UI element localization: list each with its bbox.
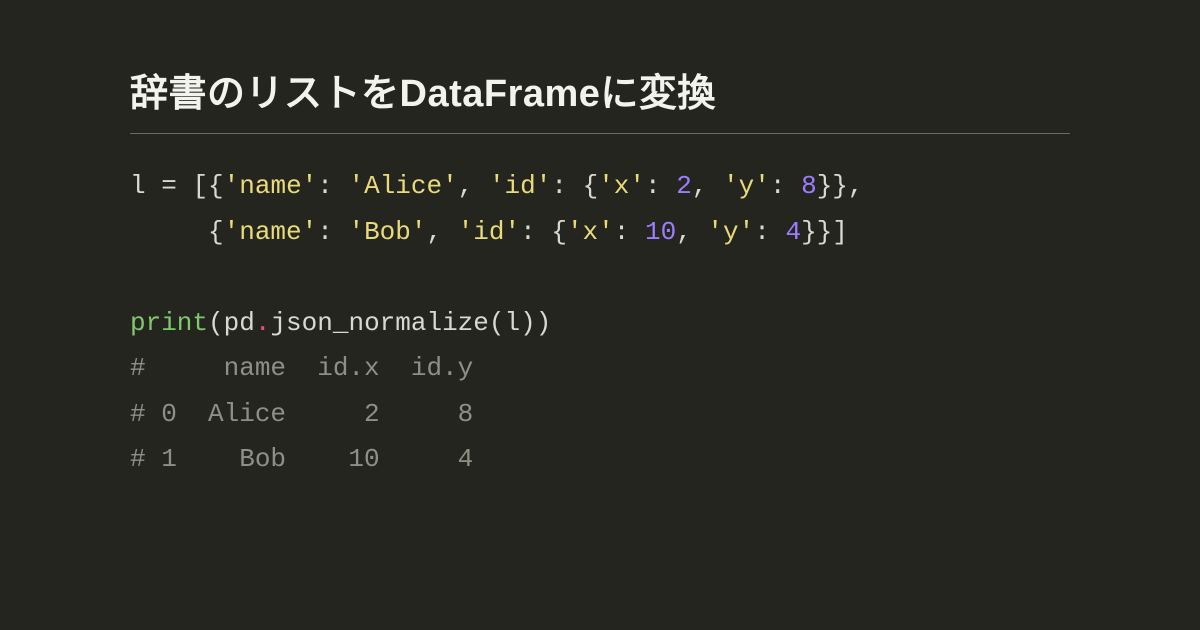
divider [130, 133, 1070, 134]
output-line-3: # 1 Bob 10 4 [130, 444, 473, 474]
code-line-1: l = [{'name': 'Alice', 'id': {'x': 2, 'y… [130, 171, 864, 201]
output-line-1: # name id.x id.y [130, 353, 473, 383]
slide-container: 辞書のリストをDataFrameに変換 l = [{'name': 'Alice… [0, 0, 1200, 483]
code-line-3: print(pd.json_normalize(l)) [130, 308, 551, 338]
code-block: l = [{'name': 'Alice', 'id': {'x': 2, 'y… [130, 164, 1070, 483]
output-line-2: # 0 Alice 2 8 [130, 399, 473, 429]
code-line-2: {'name': 'Bob', 'id': {'x': 10, 'y': 4}}… [130, 217, 848, 247]
slide-title: 辞書のリストをDataFrameに変換 [130, 62, 1070, 117]
